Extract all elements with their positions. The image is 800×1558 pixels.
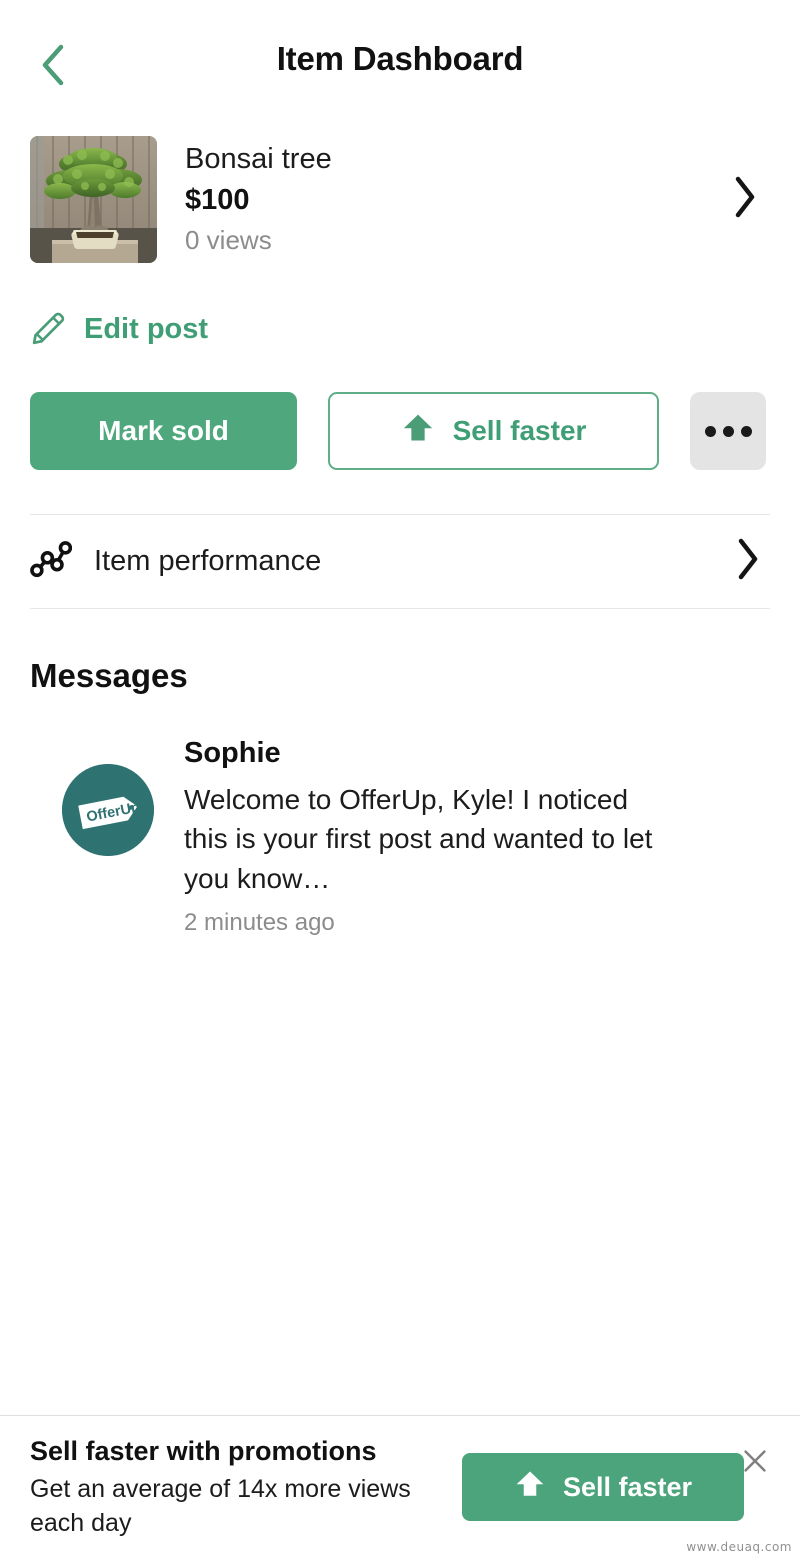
ellipsis-icon bbox=[704, 425, 752, 437]
item-thumbnail bbox=[30, 135, 157, 263]
item-detail-chevron[interactable] bbox=[730, 176, 770, 223]
message-body: Sophie Welcome to OfferUp, Kyle! I notic… bbox=[154, 733, 674, 937]
message-preview: Welcome to OfferUp, Kyle! I noticed this… bbox=[184, 783, 653, 895]
chevron-right-icon bbox=[733, 176, 757, 223]
messages-heading: Messages bbox=[30, 657, 188, 694]
promo-sell-faster-button[interactable]: Sell faster bbox=[462, 1453, 744, 1521]
arrow-up-icon bbox=[401, 411, 435, 452]
promo-button-label: Sell faster bbox=[562, 1471, 693, 1502]
item-title: Bonsai tree bbox=[185, 142, 332, 175]
more-options-button[interactable] bbox=[690, 392, 766, 470]
app-header: Item Dashboard bbox=[0, 0, 800, 118]
avatar: OfferUp bbox=[62, 764, 154, 856]
bonsai-tree-photo bbox=[30, 135, 157, 263]
action-button-group: Mark sold Sell faster bbox=[0, 351, 800, 470]
arrow-up-icon bbox=[514, 1468, 546, 1507]
item-performance-chevron[interactable] bbox=[736, 538, 770, 585]
edit-post-button[interactable]: Edit post bbox=[0, 268, 238, 351]
sell-faster-button[interactable]: Sell faster bbox=[328, 392, 659, 470]
mark-sold-button[interactable]: Mark sold bbox=[30, 392, 297, 470]
offerup-logo-icon: OfferUp bbox=[62, 764, 154, 856]
item-performance-row[interactable]: Item performance bbox=[0, 515, 800, 608]
graph-nodes-icon bbox=[30, 538, 73, 585]
item-views: 0 views bbox=[185, 224, 272, 255]
pencil-icon bbox=[30, 308, 68, 351]
back-button[interactable] bbox=[26, 40, 80, 94]
item-info: Bonsai tree $100 0 views bbox=[157, 140, 730, 259]
chevron-right-icon bbox=[736, 538, 760, 585]
page-title: Item Dashboard bbox=[276, 40, 524, 77]
message-timestamp: 2 minutes ago bbox=[184, 908, 335, 936]
sell-faster-label: Sell faster bbox=[452, 415, 587, 446]
close-icon bbox=[740, 1446, 770, 1481]
message-sender-name: Sophie bbox=[184, 737, 281, 769]
edit-post-label: Edit post bbox=[84, 313, 209, 345]
message-list-item[interactable]: OfferUp Sophie Welcome to OfferUp, Kyle!… bbox=[0, 695, 800, 937]
promo-title: Sell faster with promotions bbox=[30, 1436, 377, 1467]
item-price: $100 bbox=[185, 183, 250, 216]
promo-subtitle: Get an average of 14x more views each da… bbox=[30, 1475, 411, 1538]
watermark: www.deuaq.com bbox=[686, 1540, 792, 1554]
item-performance-label: Item performance bbox=[94, 545, 322, 577]
item-card[interactable]: Bonsai tree $100 0 views bbox=[0, 118, 800, 268]
promo-text-block: Sell faster with promotions Get an avera… bbox=[30, 1433, 430, 1541]
chevron-left-icon bbox=[39, 43, 67, 92]
promo-banner: Sell faster with promotions Get an avera… bbox=[0, 1415, 800, 1558]
mark-sold-label: Mark sold bbox=[98, 415, 229, 446]
promo-close-button[interactable] bbox=[737, 1445, 773, 1481]
